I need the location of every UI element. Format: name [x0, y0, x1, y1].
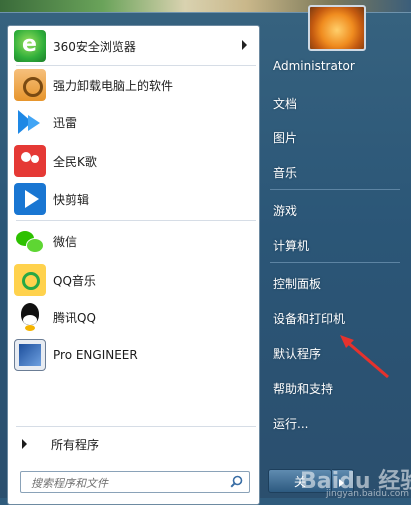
program-item-xunlei[interactable]: 迅雷 — [11, 105, 255, 139]
computer-link[interactable]: 计算机 — [273, 237, 309, 254]
documents-link[interactable]: 文档 — [273, 95, 297, 112]
run-link[interactable]: 运行... — [273, 415, 308, 432]
devices-printers-link[interactable]: 设备和打印机 — [273, 310, 345, 327]
program-item-video-editor[interactable]: 快剪辑 — [11, 182, 255, 216]
program-label: QQ音乐 — [53, 273, 96, 288]
pictures-link[interactable]: 图片 — [273, 129, 297, 146]
divider — [16, 65, 256, 66]
default-programs-link[interactable]: 默认程序 — [273, 345, 321, 362]
help-support-link[interactable]: 帮助和支持 — [273, 380, 333, 397]
qq-penguin-icon — [14, 301, 46, 333]
search-input[interactable] — [29, 473, 229, 493]
annotation-arrow — [340, 335, 389, 379]
program-label: 微信 — [53, 234, 78, 249]
divider — [270, 189, 400, 190]
xunlei-icon — [14, 106, 46, 138]
all-programs-button[interactable]: 所有程序 — [16, 433, 256, 455]
music-link[interactable]: 音乐 — [273, 164, 297, 181]
program-label: 全民K歌 — [53, 154, 97, 169]
program-label: Pro ENGINEER — [53, 348, 138, 362]
browser-360-icon — [14, 30, 46, 62]
program-item-karaoke[interactable]: 全民K歌 — [11, 144, 255, 178]
pro-engineer-icon — [14, 339, 46, 371]
all-programs-label: 所有程序 — [51, 437, 100, 452]
search-area — [8, 462, 259, 504]
karaoke-icon — [14, 145, 46, 177]
search-box[interactable] — [20, 471, 250, 493]
qq-music-icon — [14, 264, 46, 296]
program-item-360-browser[interactable]: 360安全浏览器 — [11, 29, 255, 63]
start-menu: 360安全浏览器 强力卸载电脑上的软件 迅雷 全民K歌 快剪辑 微信 QQ — [0, 5, 411, 505]
program-label: 腾讯QQ — [53, 310, 96, 325]
programs-panel: 360安全浏览器 强力卸载电脑上的软件 迅雷 全民K歌 快剪辑 微信 QQ — [7, 25, 260, 505]
video-editor-icon — [14, 183, 46, 215]
user-account-link[interactable]: Administrator — [273, 59, 355, 73]
watermark-url: jingyan.baidu.com — [326, 489, 410, 499]
divider — [16, 426, 256, 427]
program-label: 快剪辑 — [53, 192, 90, 207]
divider — [16, 220, 256, 221]
search-icon[interactable] — [230, 475, 243, 488]
program-item-pro-engineer[interactable]: Pro ENGINEER — [11, 338, 255, 372]
uninstaller-icon — [14, 69, 46, 101]
control-panel-link[interactable]: 控制面板 — [273, 275, 321, 292]
triangle-right-icon — [22, 439, 27, 449]
user-picture[interactable] — [308, 5, 366, 51]
submenu-arrow-icon[interactable] — [242, 40, 247, 50]
wechat-icon — [14, 225, 46, 257]
program-item-uninstaller[interactable]: 强力卸载电脑上的软件 — [11, 68, 255, 102]
program-label: 迅雷 — [53, 115, 78, 130]
games-link[interactable]: 游戏 — [273, 202, 297, 219]
divider — [270, 262, 400, 263]
program-item-qq-music[interactable]: QQ音乐 — [11, 263, 255, 297]
program-label: 强力卸载电脑上的软件 — [53, 78, 174, 93]
program-item-wechat[interactable]: 微信 — [11, 224, 255, 258]
program-item-qq[interactable]: 腾讯QQ — [11, 300, 255, 334]
program-label: 360安全浏览器 — [53, 39, 136, 54]
